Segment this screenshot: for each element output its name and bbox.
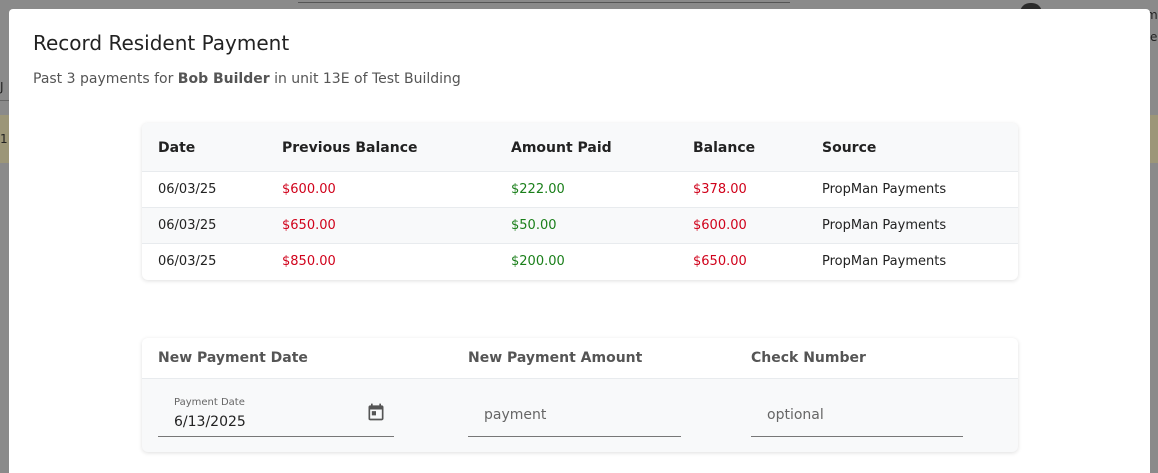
payment-date-field[interactable]: Payment Date 6/13/2025 — [158, 390, 394, 437]
cell-date: 06/03/25 — [158, 254, 217, 269]
new-payment-form: New Payment Date New Payment Amount Chec… — [142, 338, 1018, 452]
column-header-amount-paid: Amount Paid — [511, 140, 612, 156]
payment-date-value[interactable]: 6/13/2025 — [174, 414, 246, 430]
table-row: 06/03/25 $850.00 $200.00 $650.00 PropMan… — [142, 243, 1018, 279]
cell-previous-balance: $600.00 — [282, 182, 336, 197]
resident-name: Bob Builder — [177, 71, 270, 87]
modal-subtitle: Past 3 payments for Bob Builder in unit … — [33, 71, 461, 87]
background-text: J — [0, 80, 4, 94]
payment-amount-input[interactable] — [468, 404, 681, 426]
cell-previous-balance: $650.00 — [282, 218, 336, 233]
building-name: Test Building — [371, 71, 461, 87]
cell-balance: $650.00 — [693, 254, 747, 269]
cell-source: PropMan Payments — [822, 182, 947, 197]
payment-amount-field[interactable] — [468, 390, 681, 437]
column-header-source: Source — [822, 140, 877, 156]
new-payment-amount-heading: New Payment Amount — [468, 350, 643, 366]
background-divider — [298, 2, 790, 3]
table-row: 06/03/25 $650.00 $50.00 $600.00 PropMan … — [142, 207, 1018, 243]
check-number-field[interactable] — [751, 390, 963, 437]
column-header-previous-balance: Previous Balance — [282, 140, 418, 156]
cell-balance: $378.00 — [693, 182, 747, 197]
cell-date: 06/03/25 — [158, 218, 217, 233]
new-payment-date-heading: New Payment Date — [158, 350, 308, 366]
payments-table: Date Previous Balance Amount Paid Balanc… — [142, 123, 1018, 280]
cell-balance: $600.00 — [693, 218, 747, 233]
background-text: e — [1150, 30, 1158, 44]
cell-source: PropMan Payments — [822, 254, 947, 269]
check-number-heading: Check Number — [751, 350, 866, 366]
calendar-icon[interactable] — [366, 402, 386, 422]
cell-amount-paid: $50.00 — [511, 218, 557, 233]
table-header-row: Date Previous Balance Amount Paid Balanc… — [142, 123, 1018, 171]
cell-amount-paid: $200.00 — [511, 254, 565, 269]
background-text: 1 — [0, 132, 8, 146]
cell-amount-paid: $222.00 — [511, 182, 565, 197]
subtitle-of: of — [349, 71, 372, 87]
cell-date: 06/03/25 — [158, 182, 217, 197]
cell-source: PropMan Payments — [822, 218, 947, 233]
column-header-date: Date — [158, 140, 196, 156]
subtitle-prefix: Past 3 payments for — [33, 71, 178, 87]
cell-previous-balance: $850.00 — [282, 254, 336, 269]
table-row: 06/03/25 $600.00 $222.00 $378.00 PropMan… — [142, 171, 1018, 207]
record-payment-modal: Record Resident Payment Past 3 payments … — [9, 9, 1150, 473]
check-number-input[interactable] — [751, 404, 963, 426]
modal-title: Record Resident Payment — [33, 31, 290, 55]
unit-number: 13E — [322, 71, 350, 87]
payment-date-label: Payment Date — [174, 397, 245, 408]
new-payment-header-row: New Payment Date New Payment Amount Chec… — [142, 338, 1018, 379]
subtitle-middle: in unit — [269, 71, 323, 87]
column-header-balance: Balance — [693, 140, 756, 156]
